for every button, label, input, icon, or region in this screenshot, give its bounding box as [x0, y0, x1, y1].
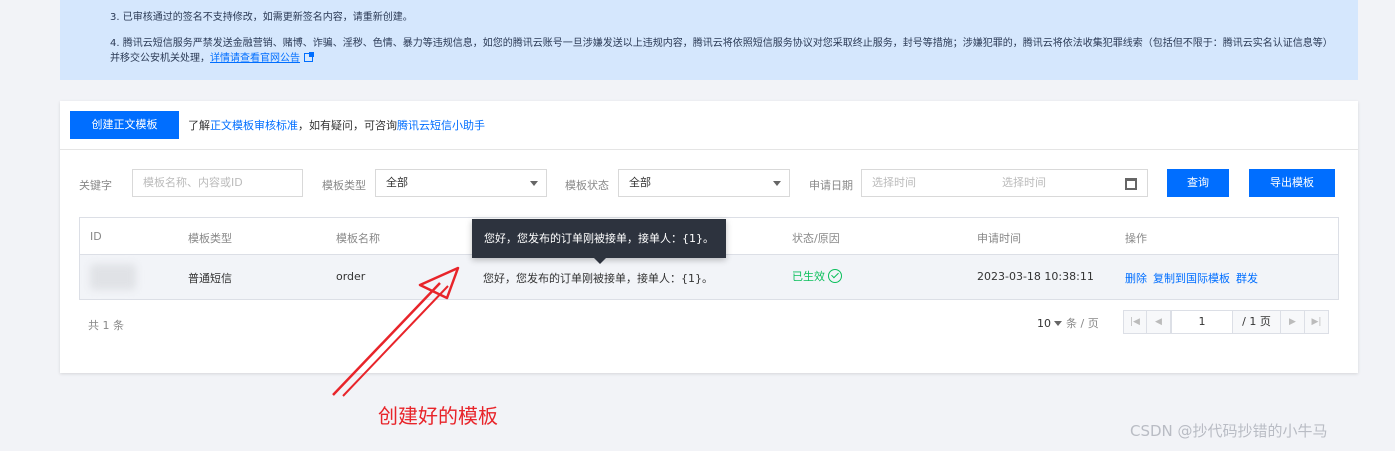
page-number-input[interactable]: 1 [1171, 310, 1233, 334]
page-size-select[interactable]: 10 条 / 页 [1037, 315, 1099, 331]
last-page-icon[interactable]: ▶| [1305, 310, 1329, 334]
date-end-placeholder: 选择时间 [1002, 176, 1046, 189]
review-standard-link[interactable]: 正文模板审核标准 [210, 119, 298, 132]
template-type-label: 模板类型 [322, 179, 366, 192]
template-status-value: 全部 [629, 176, 651, 189]
apply-date-label: 申请日期 [809, 179, 853, 192]
external-link-icon [304, 52, 314, 62]
cell-type: 普通短信 [188, 272, 232, 285]
status-badge: 已生效 [792, 268, 842, 284]
page-size-unit: 条 / 页 [1066, 317, 1099, 330]
total-pages: / 1 页 [1233, 310, 1281, 334]
bulk-send-link[interactable]: 群发 [1236, 272, 1258, 285]
header-id: ID [90, 230, 102, 243]
check-circle-icon [828, 269, 842, 283]
chevron-down-icon [530, 181, 538, 186]
notice-banner: 3. 已审核通过的签名不支持修改，如需更新签名内容，请重新创建。 4. 腾讯云短… [60, 0, 1358, 80]
sms-assistant-link[interactable]: 腾讯云短信小助手 [397, 119, 485, 132]
template-status-label: 模板状态 [565, 179, 609, 192]
annotation-text: 创建好的模板 [378, 404, 498, 428]
export-template-button[interactable]: 导出模板 [1249, 169, 1335, 197]
template-type-select[interactable]: 全部 [375, 169, 547, 197]
notice-item-3: 3. 已审核通过的签名不支持修改，如需更新签名内容，请重新创建。 [110, 12, 413, 23]
template-status-select[interactable]: 全部 [618, 169, 790, 197]
header-name: 模板名称 [336, 232, 380, 245]
cell-actions: 删除 复制到国际模板 群发 [1125, 270, 1264, 286]
prev-page-icon[interactable]: ◀ [1147, 310, 1171, 334]
header-actions: 操作 [1125, 232, 1147, 245]
status-text: 已生效 [792, 270, 825, 283]
content-tooltip: 您好，您发布的订单刚被接单，接单人：{1}。 [472, 219, 726, 264]
table-row: 普通短信 order 您好，您发布的订单刚被接单，接单人：{1}。 已生效 20… [80, 255, 1338, 299]
date-range-picker[interactable]: 选择时间 选择时间 [861, 169, 1148, 197]
blurred-template-id [90, 264, 136, 290]
total-count: 共 1 条 [88, 319, 124, 332]
csdn-watermark: CSDN @抄代码抄错的小牛马 [1130, 422, 1328, 440]
notice-announcement-link[interactable]: 详情请查看官网公告 [210, 53, 300, 64]
chevron-down-icon [773, 181, 781, 186]
header-type: 模板类型 [188, 232, 232, 245]
next-page-icon[interactable]: ▶ [1281, 310, 1305, 334]
create-template-button[interactable]: 创建正文模板 [70, 111, 179, 139]
keyword-label: 关键字 [79, 179, 112, 192]
chevron-down-icon [1054, 321, 1062, 326]
date-start-placeholder: 选择时间 [872, 176, 916, 189]
create-template-description: 了解正文模板审核标准，如有疑问，可咨询腾讯云短信小助手 [188, 117, 485, 133]
desc-prefix: 了解 [188, 119, 210, 132]
cell-time: 2023-03-18 10:38:11 [977, 270, 1094, 283]
desc-middle: ，如有疑问，可咨询 [298, 119, 397, 132]
notice-item-4: 4. 腾讯云短信服务严禁发送金融营销、赌博、诈骗、淫秽、色情、暴力等违规信息，如… [110, 36, 1338, 66]
first-page-icon[interactable]: |◀ [1123, 310, 1147, 334]
divider [60, 149, 1358, 150]
delete-link[interactable]: 删除 [1125, 272, 1147, 285]
keyword-input[interactable]: 模板名称、内容或ID [132, 169, 303, 197]
query-button[interactable]: 查询 [1167, 169, 1229, 197]
copy-to-international-link[interactable]: 复制到国际模板 [1153, 272, 1230, 285]
header-time: 申请时间 [977, 232, 1021, 245]
header-status: 状态/原因 [792, 232, 840, 245]
cell-content: 您好，您发布的订单刚被接单，接单人：{1}。 [483, 272, 713, 285]
page-size-value: 10 [1037, 317, 1051, 330]
cell-name: order [336, 270, 366, 283]
template-type-value: 全部 [386, 176, 408, 189]
calendar-icon[interactable] [1125, 178, 1137, 190]
